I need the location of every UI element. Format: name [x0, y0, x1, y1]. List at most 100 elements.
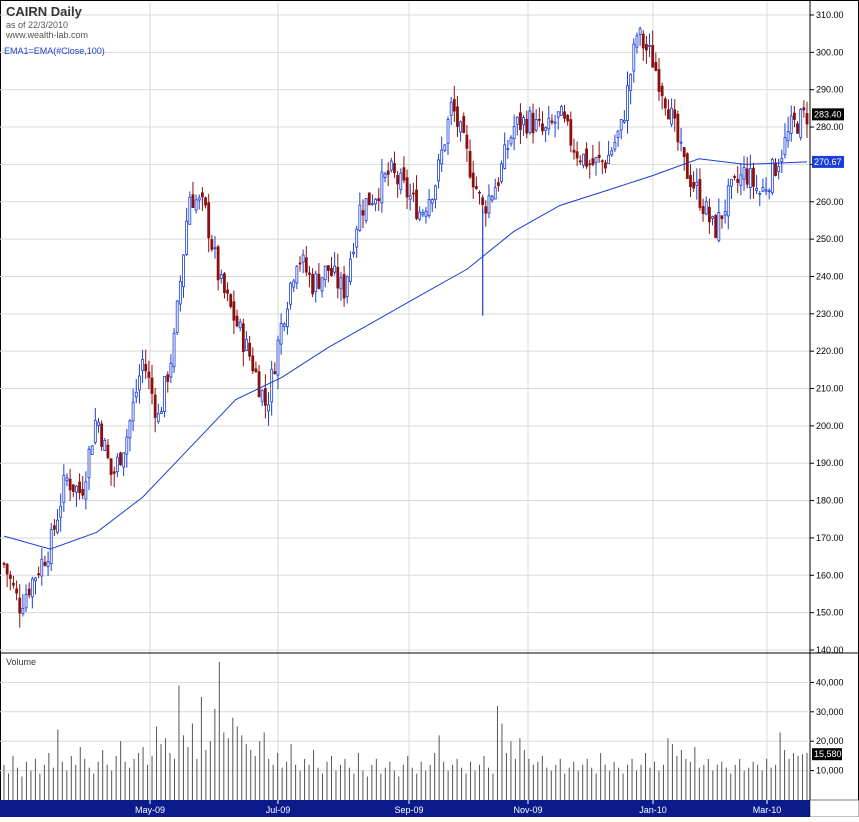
candle-body — [673, 109, 677, 119]
candle-body — [758, 193, 762, 195]
candle-body — [169, 362, 173, 378]
candle-body — [503, 144, 507, 169]
candle-body — [248, 342, 252, 357]
candle-body — [553, 121, 557, 124]
candle-body — [430, 199, 434, 204]
candle-body — [607, 154, 611, 164]
candle-body — [226, 289, 229, 294]
candle-body — [119, 452, 122, 466]
candle — [559, 104, 563, 116]
date-axis-corner — [809, 799, 859, 818]
candle-body — [663, 98, 667, 109]
candle-body — [616, 130, 620, 138]
candle-body — [796, 123, 799, 134]
candle — [500, 160, 503, 184]
candle-body — [424, 210, 428, 217]
candle-body — [679, 141, 683, 144]
candle-body — [399, 172, 403, 190]
candle-body — [8, 574, 12, 579]
candle-body — [210, 239, 214, 250]
candle-body — [739, 174, 743, 186]
candle-body — [191, 194, 195, 208]
candle-body — [93, 420, 97, 443]
candle-body — [780, 158, 784, 162]
candle-body — [185, 220, 189, 255]
candle-body — [654, 62, 658, 71]
candle-body — [786, 131, 790, 142]
candle-body — [374, 198, 377, 205]
candle-body — [462, 116, 466, 133]
candle-body — [547, 117, 551, 130]
candle-body — [308, 272, 311, 275]
candle-body — [519, 112, 522, 131]
candle-body — [156, 413, 160, 422]
price-tick-label: 170.00 — [816, 533, 844, 543]
candle-body — [402, 167, 406, 181]
candle-body — [128, 420, 132, 439]
candle-body — [194, 199, 198, 211]
candle-body — [238, 321, 242, 329]
candle-body — [178, 281, 182, 305]
candle-body — [638, 28, 642, 36]
candle-body — [515, 117, 519, 125]
candle-body — [163, 376, 167, 412]
candle-body — [531, 112, 535, 134]
candle-body — [270, 369, 274, 403]
candle — [163, 375, 167, 418]
candle — [175, 299, 179, 335]
candle-body — [40, 558, 44, 577]
candle-body — [487, 195, 491, 214]
candle-body — [471, 172, 475, 188]
candle-body — [62, 475, 66, 503]
candle-body — [478, 191, 481, 194]
volume-pane-title: Volume — [6, 657, 37, 667]
candle-body — [667, 109, 670, 120]
price-tick-label: 260.00 — [816, 197, 844, 207]
candle-body — [651, 45, 655, 68]
candle-body — [434, 185, 437, 200]
candle-body — [525, 118, 529, 134]
chart-svg: 140.00150.00160.00170.00180.00190.00200.… — [0, 0, 859, 818]
candle-body — [682, 147, 686, 158]
candle-body — [512, 126, 516, 140]
candle — [100, 420, 104, 451]
candle-body — [260, 390, 264, 402]
price-tick-label: 250.00 — [816, 234, 844, 244]
candle-body — [134, 391, 138, 398]
candle-body — [648, 45, 651, 47]
candle-body — [736, 178, 740, 183]
candle-body — [282, 323, 286, 327]
candle-body — [704, 201, 708, 215]
price-tick-label: 200.00 — [816, 421, 844, 431]
candle-body — [386, 170, 390, 175]
candle-body — [446, 119, 450, 144]
candle-body — [619, 119, 623, 131]
volume-tick-label: 10,000 — [816, 766, 844, 776]
candle-body — [336, 266, 340, 289]
candle — [367, 192, 371, 206]
chart-source: www.wealth-lab.com — [6, 30, 89, 40]
candle-body — [188, 196, 192, 225]
price-tick-label: 220.00 — [816, 346, 844, 356]
candle-body — [569, 119, 573, 146]
candle-body — [49, 529, 53, 564]
candle-body — [37, 573, 41, 576]
candle-body — [657, 69, 661, 92]
candle-body — [160, 411, 163, 414]
candle-body — [317, 273, 321, 289]
candle-body — [440, 149, 444, 165]
candle-body — [626, 85, 629, 121]
candle-body — [783, 137, 787, 156]
candle-body — [745, 168, 749, 185]
candle-body — [27, 588, 31, 596]
candle-body — [645, 44, 648, 51]
candle-body — [298, 262, 302, 265]
candle-body — [604, 162, 607, 169]
candle-body — [701, 206, 705, 215]
candle-body — [213, 247, 217, 250]
candle-body — [204, 197, 207, 206]
candle-body — [474, 186, 478, 189]
candle-body — [777, 166, 781, 172]
candle-body — [311, 274, 315, 295]
chart-root: 140.00 150.00 160.00 170.00 180.00 190.00 200.… — [0, 0, 859, 818]
